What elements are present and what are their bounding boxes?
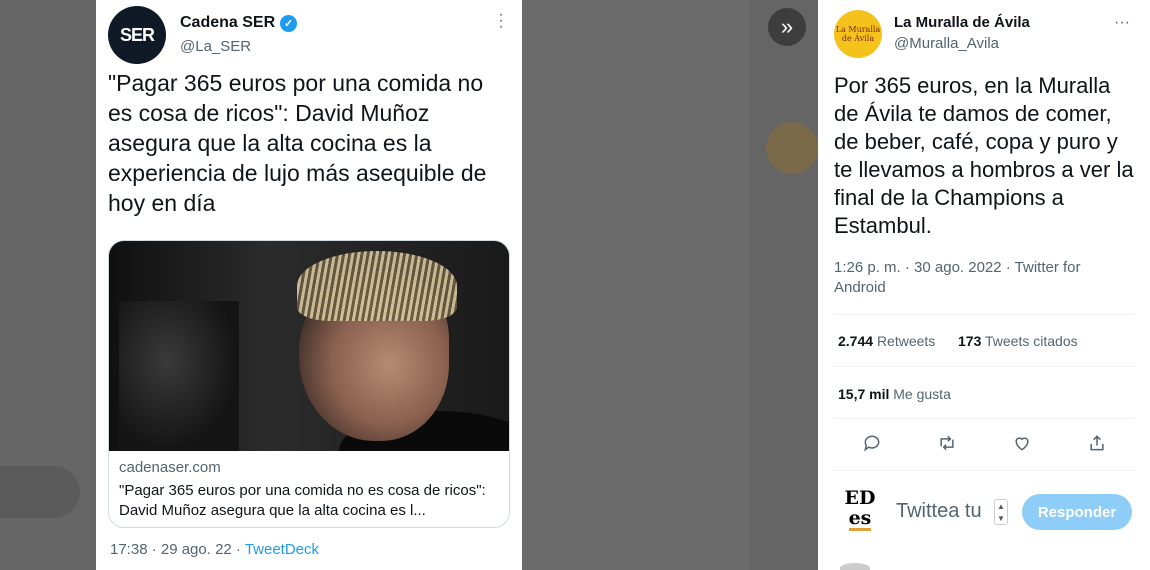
- share-icon[interactable]: [1080, 426, 1114, 460]
- background-avatar: [766, 122, 818, 174]
- more-options-icon[interactable]: ···: [498, 7, 504, 35]
- divider: [834, 470, 1134, 471]
- tweet-text: Por 365 euros, en la Muralla de Ávila te…: [834, 73, 1134, 238]
- reply-input[interactable]: Twittea tu: [896, 500, 982, 523]
- tweet-source-link[interactable]: TweetDeck: [245, 541, 319, 558]
- double-chevron-right-icon: »: [780, 14, 794, 39]
- expand-button[interactable]: »: [768, 8, 806, 46]
- link-preview-card[interactable]: cadenaser.com "Pagar 365 euros por una c…: [108, 240, 510, 528]
- retweets-stat[interactable]: 2.744 Retweets: [838, 333, 935, 349]
- tweet-meta: 17:38 · 29 ago. 22 · TweetDeck: [110, 541, 319, 558]
- avatar[interactable]: SER: [108, 6, 166, 64]
- background-pill: [0, 466, 80, 518]
- like-icon[interactable]: [1005, 426, 1039, 460]
- link-domain: cadenaser.com: [119, 459, 221, 476]
- tweet-time[interactable]: 17:38 · 29 ago. 22 ·: [110, 541, 245, 558]
- tweet-meta[interactable]: 1:26 p. m. · 30 ago. 2022 · Twitter for …: [834, 258, 1124, 298]
- author-name-label: Cadena SER: [180, 14, 276, 31]
- left-tweet-card: SER Cadena SER ✓ @La_SER · · · "Pagar 365 …: [96, 0, 522, 570]
- divider: [834, 314, 1134, 315]
- likes-stat[interactable]: 15,7 mil Me gusta: [838, 386, 951, 402]
- background-left-column: [0, 0, 96, 570]
- divider: [834, 366, 1134, 367]
- user-avatar-logo[interactable]: ED es: [840, 488, 880, 532]
- tweet-text: "Pagar 365 euros por una comida no es co…: [108, 70, 487, 216]
- scroll-spinner[interactable]: ▲ ▼: [994, 499, 1008, 525]
- avatar[interactable]: La Muralla de Ávila: [834, 10, 882, 58]
- link-title: "Pagar 365 euros por una comida no es co…: [119, 482, 486, 519]
- right-tweet-panel: La Muralla de Ávila La Muralla de Ávila …: [818, 0, 1150, 570]
- retweet-icon[interactable]: [930, 426, 964, 460]
- reply-button[interactable]: Responder: [1022, 494, 1132, 530]
- reply-icon[interactable]: [855, 426, 889, 460]
- more-options-icon[interactable]: ···: [1114, 14, 1130, 32]
- caret-up-icon: ▲: [997, 501, 1005, 511]
- quotes-stat[interactable]: 173 Tweets citados: [958, 333, 1078, 349]
- next-reply-preview: [840, 560, 1140, 570]
- caret-down-icon: ▼: [997, 513, 1005, 523]
- author-handle[interactable]: @Muralla_Avila: [894, 35, 999, 52]
- author-name[interactable]: Cadena SER ✓: [180, 14, 298, 32]
- divider: [834, 418, 1134, 419]
- author-handle[interactable]: @La_SER: [180, 38, 251, 55]
- tweet-actions: [834, 426, 1134, 460]
- background-middle-column: [522, 0, 750, 570]
- link-preview-image: [109, 241, 509, 451]
- background-right-column: [750, 0, 820, 570]
- verified-badge-icon: ✓: [280, 14, 298, 32]
- author-name[interactable]: La Muralla de Ávila: [894, 14, 1030, 31]
